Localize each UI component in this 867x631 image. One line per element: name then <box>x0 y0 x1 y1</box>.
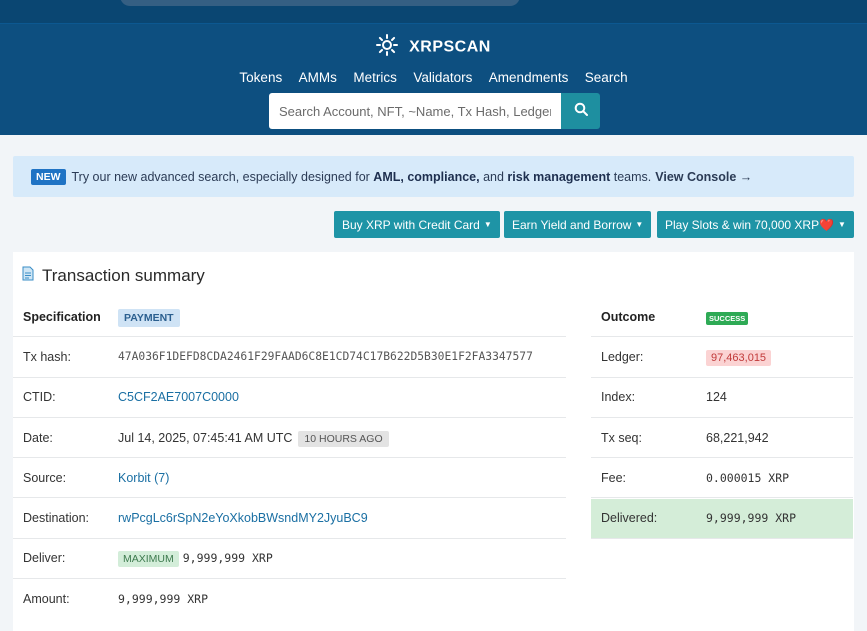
delivered-label: Delivered: <box>601 511 658 526</box>
date-row: Date: Jul 14, 2025, 07:45:41 AM UTC 10 HO… <box>13 418 566 459</box>
caret-down-icon: ▼ <box>838 220 846 229</box>
ctid-link[interactable]: C5CF2AE7007C0000 <box>118 390 239 404</box>
nav-metrics[interactable]: Metrics <box>353 70 397 85</box>
caret-down-icon: ▼ <box>483 220 492 229</box>
ctid-row: CTID: C5CF2AE7007C0000 <box>13 378 566 418</box>
main-nav: Tokens AMMs Metrics Validators Amendment… <box>0 69 867 87</box>
date-label: Date: <box>23 430 53 445</box>
date-value: Jul 14, 2025, 07:45:41 AM UTC <box>118 430 293 445</box>
destination-link[interactable]: rwPcgLc6rSpN2eYoXkobBWsndMY2JyuBC9 <box>118 511 368 525</box>
time-ago-badge: 10 HOURS AGO <box>298 430 389 447</box>
delivered-row: Delivered: 9,999,999 XRP <box>591 498 853 539</box>
source-label: Source: <box>23 470 67 485</box>
nav-validators[interactable]: Validators <box>413 70 472 85</box>
logo-text: XRPSCAN <box>409 38 491 56</box>
document-icon <box>22 266 34 286</box>
destination-label: Destination: <box>23 511 90 526</box>
caret-down-icon: ▼ <box>635 220 644 229</box>
nav-amendments[interactable]: Amendments <box>489 70 569 85</box>
ctid-label: CTID: <box>23 390 56 405</box>
page-title: Transaction summary <box>42 266 205 285</box>
search-button[interactable] <box>561 93 600 129</box>
amount-value: 9,999,999 XRP <box>118 592 209 607</box>
tx-hash-label: Tx hash: <box>23 349 71 364</box>
fee-value: 0.000015 XRP <box>706 470 790 485</box>
payment-badge: PAYMENT <box>118 308 180 327</box>
amount-label: Amount: <box>23 592 70 607</box>
play-slots-button[interactable]: Play Slots & win 70,000 XRP❤️ ▼ <box>657 211 854 238</box>
banner-text: Try our new advanced search, especially … <box>71 169 370 184</box>
index-row: Index: 124 <box>591 378 853 418</box>
banner-and: and <box>483 169 504 184</box>
view-console-link[interactable]: View Console → <box>655 170 752 184</box>
top-search-pill[interactable] <box>120 0 520 6</box>
tx-hash-value[interactable]: 47A036F1DEFD8CDA2461F29FAAD6C8E1CD74C17B… <box>118 350 566 363</box>
txseq-row: Tx seq: 68,221,942 <box>591 418 853 459</box>
spec-row: Specification PAYMENT <box>13 297 566 338</box>
card-title: Transaction summary <box>22 266 205 286</box>
promo-banner: NEW Try our new advanced search, especia… <box>13 156 854 197</box>
banner-risk: risk management <box>507 169 611 184</box>
ledger-row: Ledger: 97,463,015 <box>591 337 853 378</box>
index-value: 124 <box>706 390 727 405</box>
fee-row: Fee: 0.000015 XRP <box>591 458 853 499</box>
index-label: Index: <box>601 390 636 405</box>
buy-xrp-label: Buy XRP with Credit Card <box>342 217 480 232</box>
nav-search[interactable]: Search <box>585 70 628 85</box>
nav-amms[interactable]: AMMs <box>299 70 337 85</box>
banner-aml: AML, <box>373 169 404 184</box>
play-slots-label: Play Slots & win 70,000 XRP❤️ <box>665 217 835 232</box>
fee-label: Fee: <box>601 470 627 485</box>
banner-compliance: compliance, <box>407 169 480 184</box>
logo[interactable]: XRPSCAN <box>0 34 867 61</box>
ledger-label: Ledger: <box>601 349 644 364</box>
new-badge: NEW <box>31 168 66 185</box>
ledger-link[interactable]: 97,463,015 <box>706 349 772 366</box>
success-badge: SUCCESS <box>706 311 749 325</box>
outcome-row: Outcome SUCCESS <box>591 297 853 338</box>
nav-tokens[interactable]: Tokens <box>239 70 282 85</box>
search-icon <box>574 102 588 121</box>
spec-label: Specification <box>23 309 101 324</box>
search-input[interactable] <box>269 93 561 129</box>
top-strip <box>0 0 867 24</box>
destination-row: Destination: rwPcgLc6rSpN2eYoXkobBWsndMY… <box>13 499 566 539</box>
delivered-value: 9,999,999 XRP <box>706 511 797 526</box>
deliver-value: 9,999,999 XRP <box>182 551 273 566</box>
banner-teams: teams. <box>613 169 652 184</box>
site-header: XRPSCAN Tokens AMMs Metrics Validators A… <box>0 0 867 135</box>
earn-yield-button[interactable]: Earn Yield and Borrow ▼ <box>504 211 652 238</box>
txseq-label: Tx seq: <box>601 430 642 445</box>
earn-yield-label: Earn Yield and Borrow <box>512 217 632 232</box>
sun-logo-icon <box>376 34 399 61</box>
amount-row: Amount: 9,999,999 XRP <box>13 579 566 619</box>
transaction-summary-card: Transaction summary Specification PAYMEN… <box>13 252 854 631</box>
buy-xrp-button[interactable]: Buy XRP with Credit Card ▼ <box>334 211 500 238</box>
source-row: Source: Korbit (7) <box>13 458 566 499</box>
outcome-label: Outcome <box>601 309 656 324</box>
search-box <box>269 93 600 129</box>
deliver-label: Deliver: <box>23 551 66 566</box>
txseq-value: 68,221,942 <box>706 430 769 445</box>
tx-hash-row: Tx hash: 47A036F1DEFD8CDA2461F29FAAD6C8E… <box>13 337 566 378</box>
source-link[interactable]: Korbit (7) <box>118 471 169 485</box>
maximum-badge: MAXIMUM <box>118 551 179 568</box>
deliver-row: Deliver: MAXIMUM 9,999,999 XRP <box>13 539 566 580</box>
